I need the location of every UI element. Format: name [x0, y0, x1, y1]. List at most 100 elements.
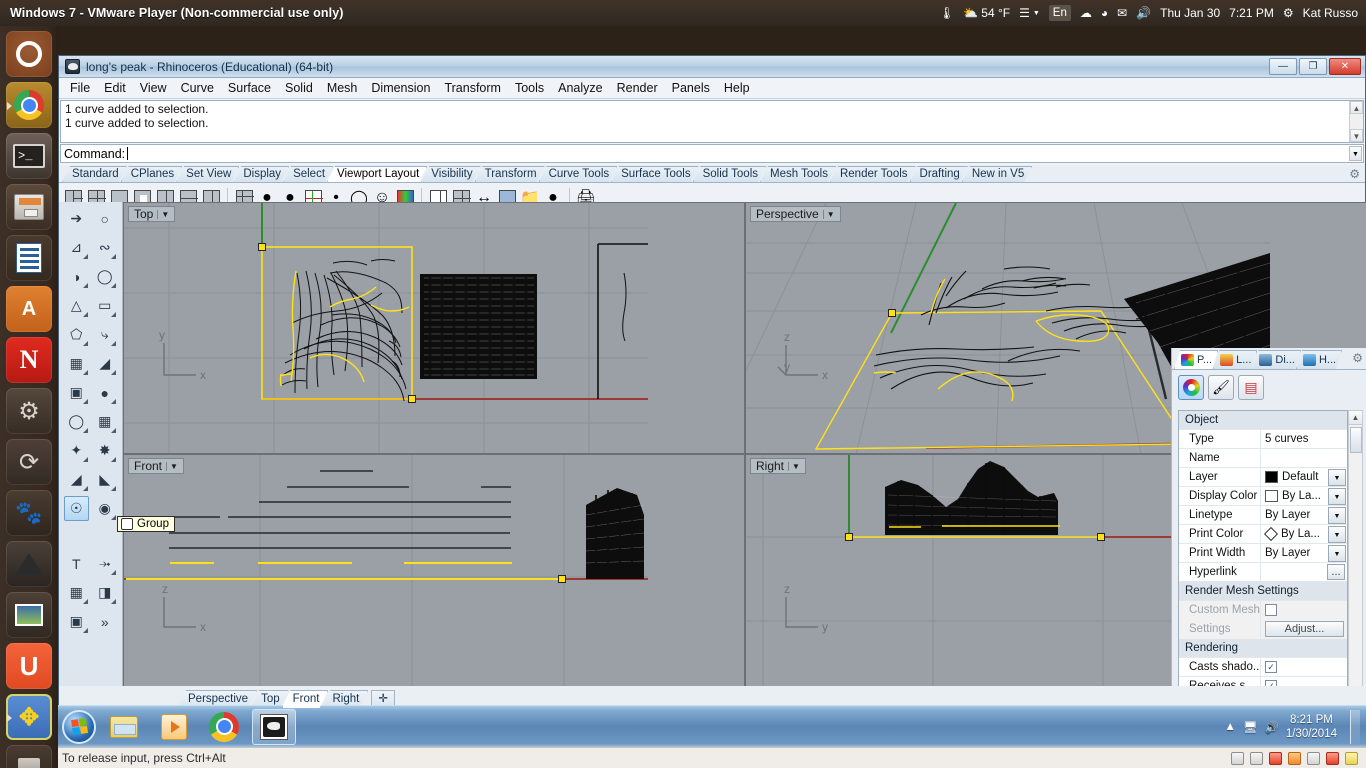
front-viewport-label[interactable]: Front ▼: [128, 458, 184, 474]
surface-sweep-icon[interactable]: ◢: [92, 351, 117, 376]
polygon-tool-icon[interactable]: ⬠: [64, 322, 89, 347]
toolbar-tab-drafting[interactable]: Drafting: [910, 166, 968, 182]
right-viewport-label[interactable]: Right ▼: [750, 458, 806, 474]
chevron-down-icon[interactable]: ▼: [1328, 468, 1346, 486]
more-tools-icon[interactable]: »: [92, 609, 117, 634]
command-history-dropdown-icon[interactable]: ▼: [1349, 146, 1362, 161]
chevron-down-icon[interactable]: ▼: [157, 209, 172, 219]
menu-item-solid[interactable]: Solid: [278, 79, 320, 97]
toolbar-tab-cplanes[interactable]: CPlanes: [121, 166, 182, 182]
property-value[interactable]: By La... ▼: [1261, 525, 1347, 544]
ellipse-tool-icon[interactable]: ◯: [92, 264, 117, 289]
hard-disk-icon[interactable]: [1231, 751, 1244, 765]
toolbar-tab-select[interactable]: Select: [283, 166, 333, 182]
menu-item-file[interactable]: File: [63, 79, 97, 97]
texture-mapping-icon[interactable]: ▤: [1238, 375, 1264, 400]
point-tool-icon[interactable]: ○: [92, 206, 117, 231]
property-value[interactable]: Adjust...: [1261, 619, 1347, 639]
mail-icon[interactable]: ✉: [1117, 6, 1127, 20]
arc-tool-icon[interactable]: △: [64, 293, 89, 318]
taskbar-item-rhinoceros[interactable]: [252, 708, 296, 745]
checkbox-icon[interactable]: [1265, 604, 1277, 616]
menu-item-tools[interactable]: Tools: [508, 79, 551, 97]
perspective-viewport-label[interactable]: Perspective ▼: [750, 206, 841, 222]
top-viewport[interactable]: y x Top ▼: [123, 202, 745, 454]
hyperlink-browse-button[interactable]: ...: [1327, 564, 1345, 580]
menu-item-surface[interactable]: Surface: [221, 79, 278, 97]
property-value[interactable]: By Layer ▼: [1261, 544, 1347, 563]
box-solid-icon[interactable]: ▣: [64, 380, 89, 405]
menu-item-transform[interactable]: Transform: [437, 79, 508, 97]
toolbar-options-gear-icon[interactable]: ⚙: [1349, 167, 1360, 181]
chevron-down-icon[interactable]: ▼: [166, 461, 181, 471]
scroll-down-arrow-icon[interactable]: ▼: [1350, 129, 1363, 142]
sphere-solid-icon[interactable]: ●: [92, 380, 117, 405]
taskbar-item-google-chrome[interactable]: [202, 709, 246, 745]
launcher-item-system-settings[interactable]: ⚙: [6, 388, 52, 434]
command-line[interactable]: Command: ▼: [60, 144, 1364, 163]
front-viewport[interactable]: z x Front ▼: [123, 454, 745, 706]
toolbar-tab-visibility[interactable]: Visibility: [421, 166, 480, 182]
panel-tab-help[interactable]: H...: [1296, 350, 1342, 369]
panel-time[interactable]: 7:21 PM: [1229, 6, 1274, 20]
maximize-button[interactable]: ❐: [1299, 58, 1327, 75]
network-icon[interactable]: 🖥: [1243, 720, 1258, 734]
shared-folders-icon[interactable]: [1345, 751, 1358, 765]
launcher-item-inkscape[interactable]: [6, 541, 52, 587]
menu-item-curve[interactable]: Curve: [174, 79, 221, 97]
property-value[interactable]: ...: [1261, 563, 1347, 582]
weather-indicator[interactable]: ⛅ 54 °F: [963, 6, 1010, 20]
menu-indicator-icon[interactable]: ☰ ▼: [1019, 6, 1040, 20]
curve-tool-icon[interactable]: ∾: [92, 235, 117, 260]
toolbar-tab-curve-tools[interactable]: Curve Tools: [539, 166, 618, 182]
mirror-tool-icon[interactable]: ◨: [92, 580, 117, 605]
launcher-item-google-chrome[interactable]: [6, 82, 52, 128]
launcher-item-files[interactable]: [6, 184, 52, 230]
launcher-item-u-app[interactable]: U: [6, 643, 52, 689]
chevron-down-icon[interactable]: ▼: [788, 461, 803, 471]
group-tool-icon[interactable]: ☉: [63, 496, 89, 521]
command-history-scrollbar[interactable]: ▲ ▼: [1349, 101, 1363, 142]
show-hidden-icons-arrow[interactable]: ▲: [1225, 721, 1236, 733]
launcher-item-ubuntu-software[interactable]: A: [6, 286, 52, 332]
property-value[interactable]: [1261, 600, 1347, 620]
scroll-up-arrow-icon[interactable]: ▲: [1349, 411, 1362, 425]
boolean-union-icon[interactable]: ✦: [64, 438, 89, 463]
cylinder-solid-icon[interactable]: ◯: [64, 409, 89, 434]
menu-item-analyze[interactable]: Analyze: [551, 79, 609, 97]
session-gear-icon[interactable]: ⚙: [1283, 6, 1294, 20]
panel-date[interactable]: Thu Jan 30: [1160, 6, 1220, 20]
panel-tab-color-wheel[interactable]: P...: [1174, 350, 1218, 369]
toolbar-tab-standard[interactable]: Standard: [62, 166, 127, 182]
thermometer-icon[interactable]: 🌡: [939, 6, 954, 20]
toolbar-tab-solid-tools[interactable]: Solid Tools: [693, 166, 766, 182]
checkbox-icon[interactable]: ✓: [1265, 661, 1277, 673]
launcher-item-gimp[interactable]: 🐾: [6, 490, 52, 536]
select-arrow-icon[interactable]: ➔: [64, 206, 89, 231]
top-viewport-label[interactable]: Top ▼: [128, 206, 176, 222]
usb-icon[interactable]: [1326, 751, 1339, 765]
launcher-item-terminal[interactable]: >_: [6, 133, 52, 179]
launcher-item-software-updater[interactable]: ⟳: [6, 439, 52, 485]
toolbar-tab-surface-tools[interactable]: Surface Tools: [611, 166, 698, 182]
printer-icon[interactable]: [1307, 751, 1320, 765]
menu-item-help[interactable]: Help: [717, 79, 757, 97]
chevron-down-icon[interactable]: ▼: [1328, 525, 1346, 543]
property-value[interactable]: ✓: [1261, 658, 1347, 677]
render-box-icon[interactable]: ▣: [64, 609, 89, 634]
chevron-down-icon[interactable]: ▼: [1328, 506, 1346, 524]
panel-tab-layers[interactable]: L...: [1213, 350, 1257, 369]
floppy-icon[interactable]: [1269, 751, 1282, 765]
minimize-button[interactable]: —: [1269, 58, 1297, 75]
scroll-up-arrow-icon[interactable]: ▲: [1350, 101, 1363, 114]
launcher-item-trash[interactable]: [6, 745, 52, 768]
windows-start-button[interactable]: [62, 709, 96, 744]
dropbox-icon[interactable]: ☁: [1080, 6, 1092, 20]
mesh-tools-icon[interactable]: ▦: [92, 409, 117, 434]
rectangle-tool-icon[interactable]: ▭: [92, 293, 117, 318]
taskbar-item-windows-media-player[interactable]: [152, 709, 196, 745]
select-objects-icon[interactable]: ◉: [92, 496, 117, 521]
taskbar-item-windows-explorer[interactable]: [102, 709, 146, 745]
surface-from-points-icon[interactable]: ▦: [64, 351, 89, 376]
text-tool-icon[interactable]: T: [64, 551, 89, 576]
